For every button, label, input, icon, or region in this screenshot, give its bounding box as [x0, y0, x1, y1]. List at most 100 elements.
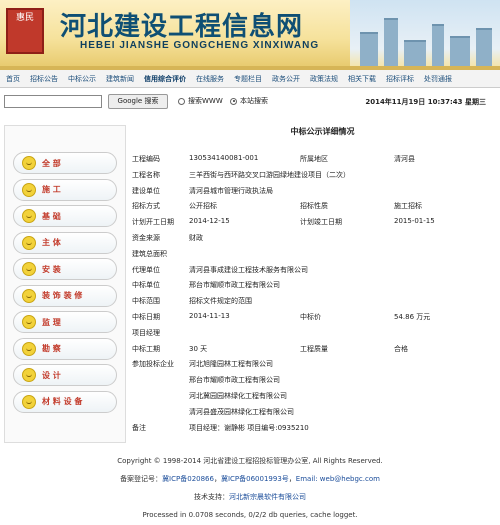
detail-heading: 中标公示详细情况: [290, 127, 355, 136]
smiley-icon: [22, 315, 36, 329]
detail-row: 中标单位 邢台市耀顺市政工程有限公司: [132, 277, 492, 291]
smiley-icon: [22, 156, 36, 170]
tech-support-link[interactable]: 河北新宗晨软件有限公司: [229, 493, 306, 501]
sidebar-category[interactable]: 材 料 设 备: [13, 390, 117, 413]
field-label: 建设单位: [132, 186, 160, 195]
detail-row: 邢台市耀顺市政工程有限公司: [132, 372, 492, 386]
sidebar-category[interactable]: 勘 察: [13, 337, 117, 360]
smiley-icon: [22, 262, 36, 276]
field-label: 所属地区: [300, 155, 328, 163]
sidebar-category-label: 监 理: [42, 317, 61, 327]
icp-link-2[interactable]: 冀ICP备06001993号: [221, 475, 289, 483]
field-label: 建筑总面积: [132, 249, 167, 258]
sidebar-category[interactable]: 主 体: [13, 231, 117, 254]
sidebar-category[interactable]: 安 装: [13, 258, 117, 280]
sidebar-category[interactable]: 设 计: [13, 364, 117, 386]
field-label: 工程名称: [132, 170, 160, 179]
field-label: 招标性质: [300, 202, 328, 211]
sidebar-category-label: 材 料 设 备: [42, 397, 83, 406]
field-value: 30 天: [189, 344, 208, 353]
detail-row: 备注 项目经理：谢静彬 项目编号:0935210: [132, 420, 492, 434]
radio-search-site[interactable]: 本站搜索: [230, 96, 268, 106]
current-datetime: 2014年11月19日 10:37:43 星期三: [365, 98, 486, 106]
field-label: 工程编码: [132, 155, 160, 163]
sidebar-category-label: 设 计: [42, 370, 61, 380]
bid-detail: 中标公示详细情况 工程编码 130534140081-001 所属地区 清河县 工程名称…: [130, 125, 495, 443]
nav-item[interactable]: 信用综合评价: [144, 74, 186, 84]
nav-item[interactable]: 招标评标: [386, 74, 414, 84]
logo-seal: 惠民: [6, 8, 44, 54]
field-value: 公开招标: [189, 202, 217, 211]
sidebar-category-label: 基 础: [42, 211, 61, 221]
nav-item[interactable]: 专题栏目: [234, 74, 262, 84]
sidebar-category-label: 勘 察: [42, 344, 61, 353]
sidebar-category-label: 装 饰 装 修: [42, 291, 83, 300]
detail-row: 工程编码 130534140081-001 所属地区 清河县: [132, 151, 492, 165]
field-label: 计划开工日期: [132, 218, 174, 227]
field-value: 三羊西街与西环路交叉口游园绿地建设项目（二次）: [189, 170, 350, 179]
nav-item[interactable]: 首页: [6, 74, 20, 84]
sidebar-category[interactable]: 全 部: [13, 152, 117, 174]
nav-item[interactable]: 中标公示: [68, 74, 96, 84]
nav-item[interactable]: 招标公告: [30, 74, 58, 84]
detail-row: 工程名称 三羊西街与西环路交叉口游园绿地建设项目（二次）: [132, 167, 492, 181]
email-link[interactable]: Email: web@hebgc.com: [296, 475, 380, 483]
field-value: 项目经理：谢静彬 项目编号:0935210: [189, 423, 309, 432]
smiley-icon: [22, 394, 36, 409]
field-label: 参加投标企业: [132, 360, 174, 369]
header-banner: 惠民 河北建设工程信息网 HEBEI JIANSHE GONGCHENG XIN…: [0, 0, 500, 70]
field-value: 财政: [189, 234, 203, 242]
radio-search-web[interactable]: 搜索WWW: [178, 96, 223, 106]
field-value: 河北冀园园林绿化工程有限公司: [189, 392, 287, 400]
google-search-button[interactable]: Google 搜索: [108, 94, 168, 109]
field-label: 招标方式: [132, 202, 160, 211]
sidebar-category[interactable]: 基 础: [13, 205, 117, 227]
skyline-image: [350, 0, 500, 70]
sidebar-category[interactable]: 施 工: [13, 178, 117, 201]
field-value: 河北旭隆园林工程有限公司: [189, 360, 273, 369]
detail-row: 招标方式 公开招标 招标性质 施工招标: [132, 198, 492, 212]
sidebar-category[interactable]: 监 理: [13, 311, 117, 333]
field-value: 清河县: [394, 155, 415, 163]
nav-item[interactable]: 处罚通报: [424, 74, 452, 84]
detail-row: 参加投标企业 河北旭隆园林工程有限公司: [132, 356, 492, 370]
detail-row: 中标范围 招标文件规定的范围: [132, 293, 492, 307]
field-value: 清河县城市管理行政执法局: [189, 186, 273, 195]
smiley-icon: [22, 341, 36, 356]
nav-item[interactable]: 相关下载: [348, 74, 376, 84]
radio-dot-icon: [230, 97, 237, 105]
field-value: 邢台市耀顺市政工程有限公司: [189, 376, 280, 385]
sidebar-category-label: 主 体: [42, 238, 61, 247]
nav-item[interactable]: 政策法规: [310, 74, 338, 84]
detail-row: 项目经理: [132, 325, 492, 339]
nav-item[interactable]: 政务公开: [272, 74, 300, 84]
field-label: 项目经理: [132, 328, 160, 337]
detail-row: 计划开工日期 2014-12-15 计划竣工日期 2015-01-15: [132, 214, 492, 228]
copyright-text: Copyright © 1998-2014 河北省建设工程招投标管理办公室, A…: [117, 457, 383, 465]
sidebar-category[interactable]: 装 饰 装 修: [13, 284, 117, 307]
detail-row: 资金来源 财政: [132, 230, 492, 244]
field-label: 中标价: [300, 313, 321, 321]
footer: Copyright © 1998-2014 河北省建设工程招投标管理办公室, A…: [0, 452, 500, 524]
detail-row: 清河县盛茂园林绿化工程有限公司: [132, 404, 492, 418]
icp-link-1[interactable]: 冀ICP备020866: [162, 475, 214, 483]
detail-row: 河北冀园园林绿化工程有限公司: [132, 388, 492, 402]
field-value: 54.86 万元: [394, 313, 431, 321]
field-label: 中标工期: [132, 344, 160, 353]
nav-item[interactable]: 在线服务: [196, 74, 224, 84]
field-value: 2015-01-15: [394, 217, 435, 226]
field-value: 清河县盛茂园林绿化工程有限公司: [189, 407, 294, 416]
field-label: 资金来源: [132, 234, 160, 242]
field-value: 合格: [394, 344, 408, 353]
nav-item[interactable]: 建筑新闻: [106, 74, 134, 84]
sidebar-category-label: 全 部: [42, 158, 61, 168]
sidebar-category-label: 施 工: [42, 185, 61, 194]
sidebar-category-label: 安 装: [42, 264, 61, 274]
field-value: 清河县事成建设工程技术服务有限公司: [189, 265, 308, 274]
search-input[interactable]: [4, 95, 102, 108]
detail-row: 建设单位 清河县城市管理行政执法局: [132, 183, 492, 197]
smiley-icon: [22, 235, 36, 250]
smiley-icon: [22, 368, 36, 382]
search-bar: Google 搜索 搜索WWW 本站搜索 2014年11月19日 10:37:4…: [0, 92, 500, 110]
smiley-icon: [22, 209, 36, 223]
